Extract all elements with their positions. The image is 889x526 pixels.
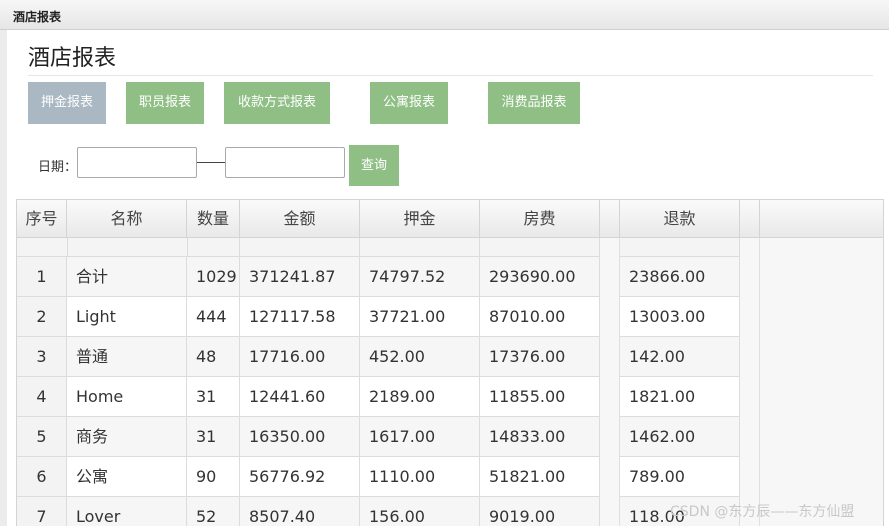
cell-amount: 127117.58 [240, 297, 360, 337]
tab-deposit-report[interactable]: 押金报表 [28, 82, 106, 124]
cell-quantity: 52 [187, 497, 240, 526]
cell-index: 2 [17, 297, 67, 337]
watermark: CSDN @东方辰——东方仙盟 [670, 504, 855, 520]
cell-room-fee: 87010.00 [480, 297, 600, 337]
cell-name: 合计 [67, 257, 187, 297]
cell-room-fee: 9019.00 [480, 497, 600, 526]
cell-index: 5 [17, 417, 67, 457]
cell-refund: 1462.00 [620, 417, 740, 457]
cell-room-fee: 14833.00 [480, 417, 600, 457]
cell-amount: 8507.40 [240, 497, 360, 526]
tab-staff-report[interactable]: 职员报表 [126, 82, 204, 124]
cell-amount: 16350.00 [240, 417, 360, 457]
table-spacer-row [17, 238, 600, 257]
column-header-deposit[interactable]: 押金 [360, 200, 480, 238]
left-edge-strip [0, 30, 7, 526]
cell-name: 公寓 [67, 457, 187, 497]
cell-refund: 1821.00 [620, 377, 740, 417]
empty-spacer-column-2 [740, 238, 760, 526]
cell-index: 1 [17, 257, 67, 297]
cell-deposit: 452.00 [360, 337, 480, 377]
cell-refund: 789.00 [620, 457, 740, 497]
cell-index: 7 [17, 497, 67, 526]
cell-refund: 13003.00 [620, 297, 740, 337]
cell-refund: 23866.00 [620, 257, 740, 297]
spacer-divider [239, 238, 240, 257]
cell-name: 普通 [67, 337, 187, 377]
column-header-name[interactable]: 名称 [67, 200, 187, 238]
cell-deposit: 1110.00 [360, 457, 480, 497]
column-header-refund[interactable]: 退款 [620, 200, 740, 238]
cell-name: Lover [67, 497, 187, 526]
spacer-divider [479, 238, 480, 257]
cell-quantity: 1029 [187, 257, 240, 297]
start-date-input[interactable] [77, 147, 197, 178]
cell-amount: 56776.92 [240, 457, 360, 497]
column-header-quantity[interactable]: 数量 [187, 200, 240, 238]
cell-refund: 142.00 [620, 337, 740, 377]
cell-index: 3 [17, 337, 67, 377]
query-button[interactable]: 查询 [349, 145, 399, 186]
cell-deposit: 156.00 [360, 497, 480, 526]
cell-quantity: 31 [187, 417, 240, 457]
page-title: 酒店报表 [28, 46, 117, 71]
window-titlebar: 酒店报表 [0, 0, 889, 30]
tab-payment-method-report[interactable]: 收款方式报表 [224, 82, 330, 124]
cell-name: 商务 [67, 417, 187, 457]
column-header-spacer-2 [740, 200, 760, 238]
heading-divider [28, 75, 873, 76]
cell-amount: 12441.60 [240, 377, 360, 417]
column-header-filler [760, 200, 883, 238]
cell-index: 4 [17, 377, 67, 417]
column-header-index[interactable]: 序号 [17, 200, 67, 238]
table-spacer-row-refund [620, 238, 740, 257]
cell-room-fee: 293690.00 [480, 257, 600, 297]
cell-deposit: 74797.52 [360, 257, 480, 297]
date-range-separator [197, 162, 225, 163]
cell-deposit: 1617.00 [360, 417, 480, 457]
cell-deposit: 37721.00 [360, 297, 480, 337]
cell-quantity: 48 [187, 337, 240, 377]
empty-spacer-column [600, 238, 620, 526]
window-title: 酒店报表 [13, 10, 62, 24]
spacer-divider [67, 238, 68, 257]
cell-quantity: 31 [187, 377, 240, 417]
cell-room-fee: 17376.00 [480, 337, 600, 377]
tab-apartment-report[interactable]: 公寓报表 [370, 82, 448, 124]
cell-index: 6 [17, 457, 67, 497]
cell-quantity: 444 [187, 297, 240, 337]
cell-amount: 371241.87 [240, 257, 360, 297]
tab-consumables-report[interactable]: 消费品报表 [488, 82, 580, 124]
cell-room-fee: 51821.00 [480, 457, 600, 497]
cell-room-fee: 11855.00 [480, 377, 600, 417]
cell-name: Light [67, 297, 187, 337]
spacer-divider [187, 238, 188, 257]
cell-quantity: 90 [187, 457, 240, 497]
cell-name: Home [67, 377, 187, 417]
report-table: 序号 名称 数量 金额 押金 房费 退款 1 合计 1029 371241.87… [16, 199, 884, 526]
column-header-amount[interactable]: 金额 [240, 200, 360, 238]
spacer-divider [359, 238, 360, 257]
column-header-spacer [600, 200, 620, 238]
cell-deposit: 2189.00 [360, 377, 480, 417]
date-label: 日期： [38, 160, 78, 175]
column-header-room-fee[interactable]: 房费 [480, 200, 600, 238]
cell-amount: 17716.00 [240, 337, 360, 377]
end-date-input[interactable] [225, 147, 345, 178]
